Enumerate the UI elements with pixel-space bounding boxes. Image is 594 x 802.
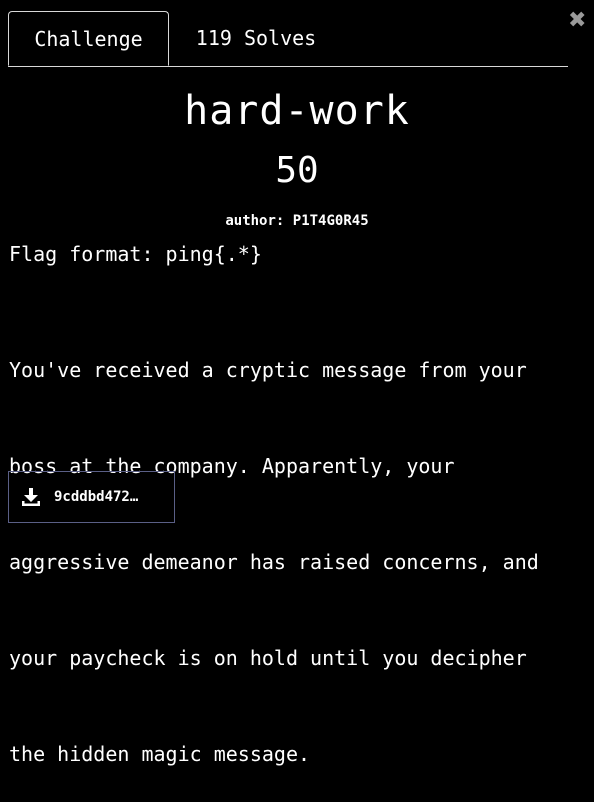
- tab-solves[interactable]: 119 Solves: [176, 11, 336, 65]
- description-line: aggressive demeanor has raised concerns,…: [9, 550, 539, 574]
- description-line: the hidden magic message.: [9, 742, 311, 766]
- download-icon: [21, 487, 41, 507]
- description-line: your paycheck is on hold until you decip…: [9, 646, 527, 670]
- challenge-name: hard-work: [184, 88, 410, 134]
- file-name: 9cddbd472…: [54, 489, 139, 505]
- description-line: You've received a cryptic message from y…: [9, 358, 527, 382]
- tab-bar: Challenge 119 Solves: [8, 11, 568, 67]
- flag-format: Flag format: ping{.*}: [9, 242, 262, 266]
- tab-challenge[interactable]: Challenge: [8, 11, 169, 66]
- challenge-author: author: P1T4G0R45: [225, 213, 369, 229]
- challenge-points: 50: [275, 150, 319, 191]
- challenge-description: You've received a cryptic message from y…: [9, 290, 589, 802]
- tab-challenge-label: Challenge: [34, 26, 143, 51]
- close-icon[interactable]: ✖: [568, 10, 586, 32]
- file-download-button[interactable]: 9cddbd472…: [8, 471, 175, 523]
- tab-solves-label: 119 Solves: [195, 26, 317, 50]
